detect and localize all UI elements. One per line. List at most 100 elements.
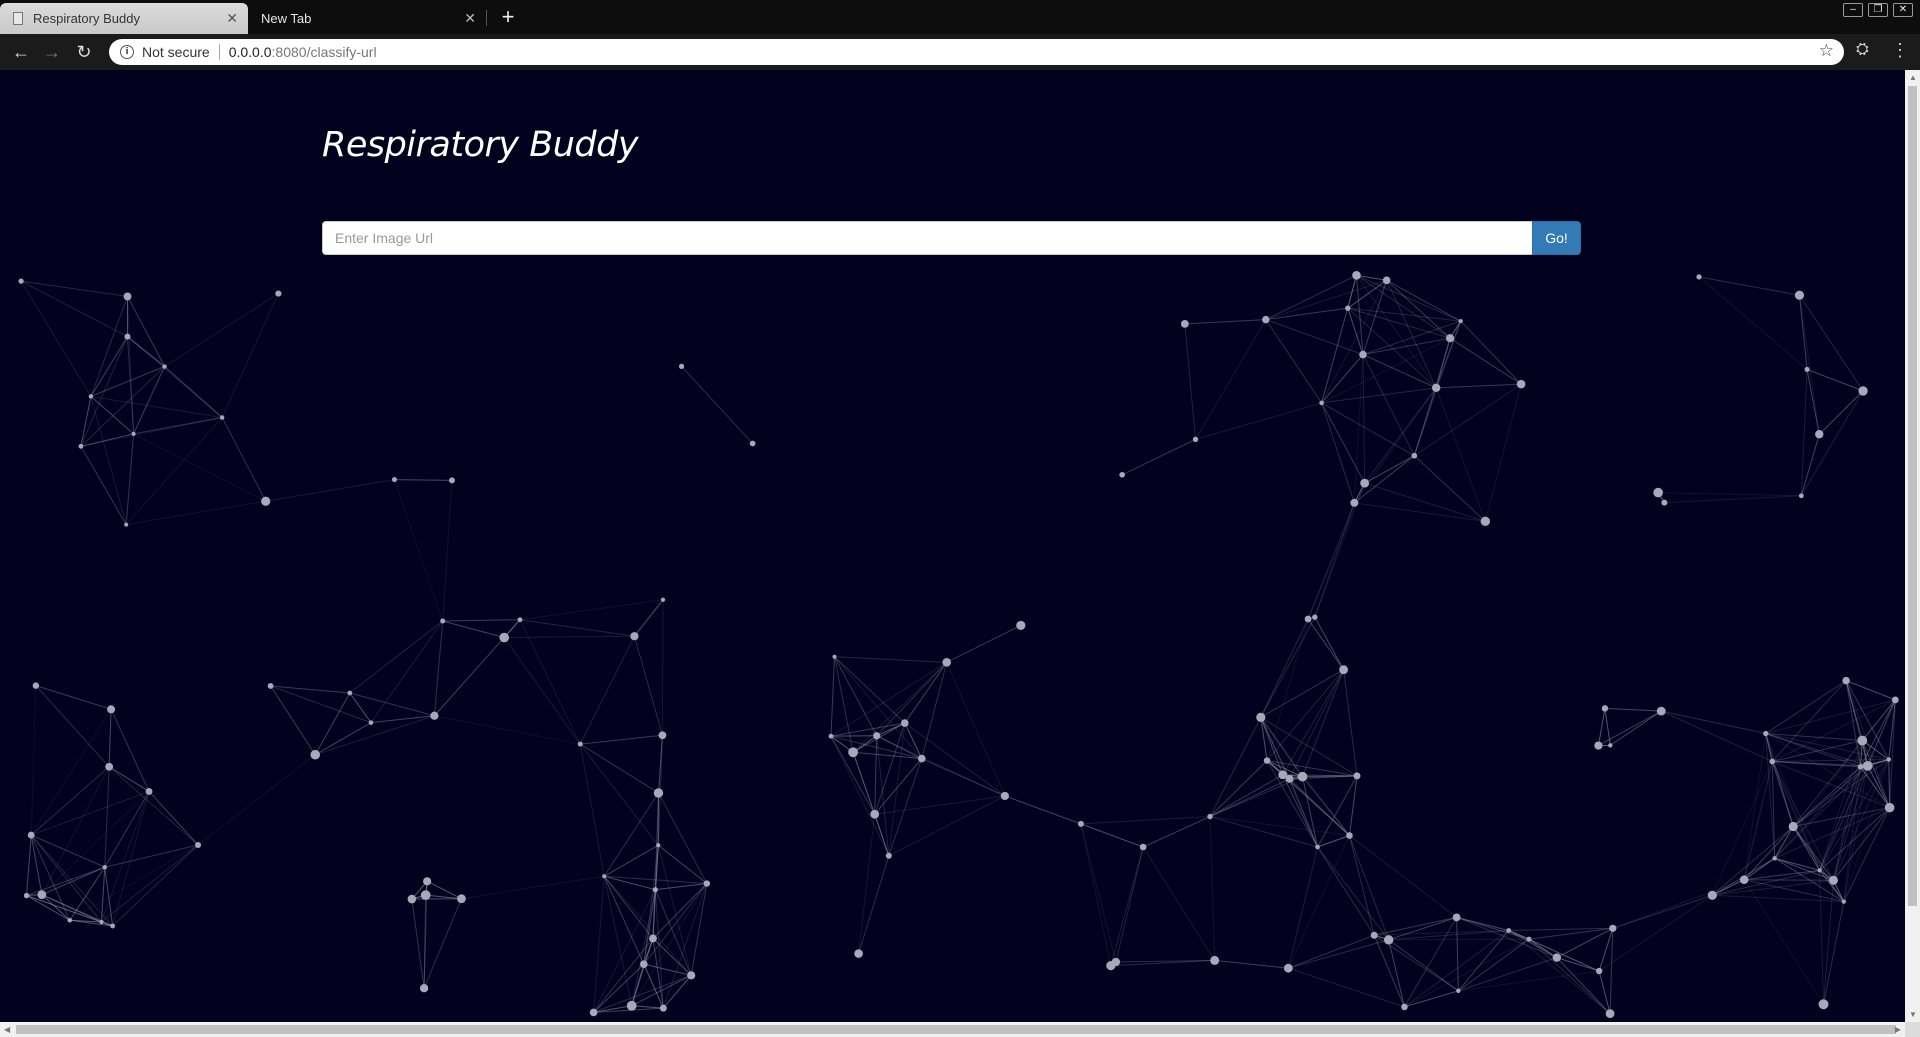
particle-link — [1184, 323, 1197, 440]
vertical-scroll-thumb[interactable] — [1908, 86, 1917, 906]
extension-icon[interactable]: ⛭ — [1856, 41, 1869, 59]
particle-dot — [1346, 832, 1353, 839]
new-tab-button[interactable]: + — [495, 3, 521, 31]
image-url-input[interactable] — [322, 221, 1532, 255]
close-tab-icon[interactable]: ✕ — [226, 10, 238, 26]
particle-dot — [219, 415, 225, 420]
particle-link — [1321, 337, 1451, 404]
particle-link — [35, 685, 110, 768]
particle-link — [593, 876, 605, 1013]
particle-link — [1413, 455, 1486, 522]
particle-link — [1799, 294, 1864, 392]
particle-dot — [1383, 935, 1394, 945]
particle-link — [370, 620, 444, 723]
restore-icon[interactable]: ❐ — [1868, 3, 1888, 17]
particle-link — [41, 791, 150, 896]
particle-link — [1388, 916, 1457, 941]
scroll-right-icon[interactable]: ▶ — [1895, 1025, 1901, 1034]
particle-link — [1362, 337, 1451, 356]
particle-dot — [448, 477, 455, 484]
close-window-icon[interactable]: ✕ — [1893, 3, 1913, 17]
particle-link — [657, 844, 708, 884]
address-bar[interactable]: i Not secure 0.0.0.0:8080/classify-url ☆ — [109, 39, 1844, 65]
particle-dot — [917, 754, 926, 763]
particle-dot — [1431, 383, 1441, 393]
particle-link — [423, 898, 462, 989]
menu-icon[interactable]: ⋮ — [1891, 40, 1909, 61]
tab-respiratory-buddy[interactable]: Respiratory Buddy ✕ — [0, 3, 248, 34]
particle-link — [1354, 502, 1486, 522]
particle-dot — [678, 363, 685, 370]
particle-link — [1712, 879, 1834, 896]
minimize-icon[interactable]: – — [1843, 3, 1863, 17]
particle-dot — [1207, 813, 1213, 820]
scroll-down-icon[interactable]: ▼ — [1909, 1010, 1917, 1019]
particle-link — [1435, 387, 1486, 522]
horizontal-scroll-thumb[interactable] — [16, 1025, 1896, 1034]
particle-link — [1698, 276, 1808, 370]
particle-link — [80, 433, 134, 447]
particle-dot — [1480, 516, 1491, 527]
bookmark-star-icon[interactable]: ☆ — [1819, 41, 1834, 61]
info-icon[interactable]: i — [120, 45, 134, 59]
particle-dot — [1788, 821, 1798, 832]
particle-link — [197, 754, 316, 846]
particle-dot — [1608, 743, 1613, 748]
particle-dot — [1359, 350, 1367, 359]
particle-dot — [1594, 741, 1603, 750]
particle-dot — [602, 874, 607, 879]
particle-link — [1598, 894, 1713, 972]
particle-link — [1698, 276, 1800, 296]
particle-link — [1460, 320, 1522, 385]
particle-dot — [652, 887, 658, 893]
forward-icon[interactable]: → — [40, 40, 64, 64]
scroll-up-icon[interactable]: ▲ — [1909, 73, 1917, 82]
particle-dot — [1817, 868, 1822, 873]
particle-link — [127, 336, 223, 418]
particle-dot — [1769, 758, 1776, 765]
particle-link — [1772, 699, 1896, 762]
particle-link — [126, 500, 266, 526]
close-tab-icon[interactable]: ✕ — [464, 10, 476, 26]
particle-link — [834, 656, 923, 759]
particle-dot — [1653, 487, 1663, 498]
particle-link — [1364, 482, 1486, 522]
go-button[interactable]: Go! — [1532, 221, 1581, 255]
particle-dot — [1111, 957, 1121, 967]
reload-icon[interactable]: ↻ — [72, 40, 96, 64]
back-icon[interactable]: ← — [9, 40, 33, 64]
particle-link — [1612, 894, 1713, 929]
particle-link — [20, 280, 128, 338]
vertical-scrollbar[interactable]: ▲ ▼ — [1905, 70, 1920, 1022]
particle-link — [631, 889, 656, 1006]
particle-dot — [1605, 1009, 1615, 1019]
particle-link — [1712, 869, 1820, 896]
particle-link — [1449, 337, 1522, 385]
particle-link — [1349, 835, 1457, 918]
particle-link — [21, 280, 128, 297]
particle-dot — [78, 443, 84, 449]
particle-link — [133, 417, 223, 435]
particle-link — [127, 296, 166, 367]
scroll-left-icon[interactable]: ◀ — [4, 1025, 10, 1034]
particle-link — [1661, 710, 1773, 762]
particle-link — [104, 791, 150, 868]
particle-dot — [1707, 890, 1717, 900]
particle-link — [946, 662, 1006, 797]
particle-dot — [656, 843, 661, 848]
particle-dot — [1401, 1003, 1408, 1011]
particle-dot — [1345, 305, 1351, 311]
particle-dot — [749, 440, 756, 447]
particle-dot — [649, 934, 657, 943]
particle-link — [1307, 618, 1345, 670]
tab-new-tab[interactable]: New Tab ✕ — [248, 3, 486, 34]
scrollbar-corner — [1905, 1022, 1920, 1037]
horizontal-scrollbar[interactable]: ◀ ▶ — [0, 1022, 1905, 1037]
particle-dot — [1601, 705, 1609, 712]
particle-dot — [1552, 953, 1562, 962]
particle-link — [125, 417, 223, 525]
particle-link — [442, 619, 520, 622]
particle-dot — [1283, 963, 1293, 973]
browser-tab-bar: Respiratory Buddy ✕ New Tab ✕ + – ❐ ✕ — [0, 0, 1920, 34]
browser-toolbar: ← → ↻ i Not secure 0.0.0.0:8080/classify… — [0, 34, 1920, 70]
